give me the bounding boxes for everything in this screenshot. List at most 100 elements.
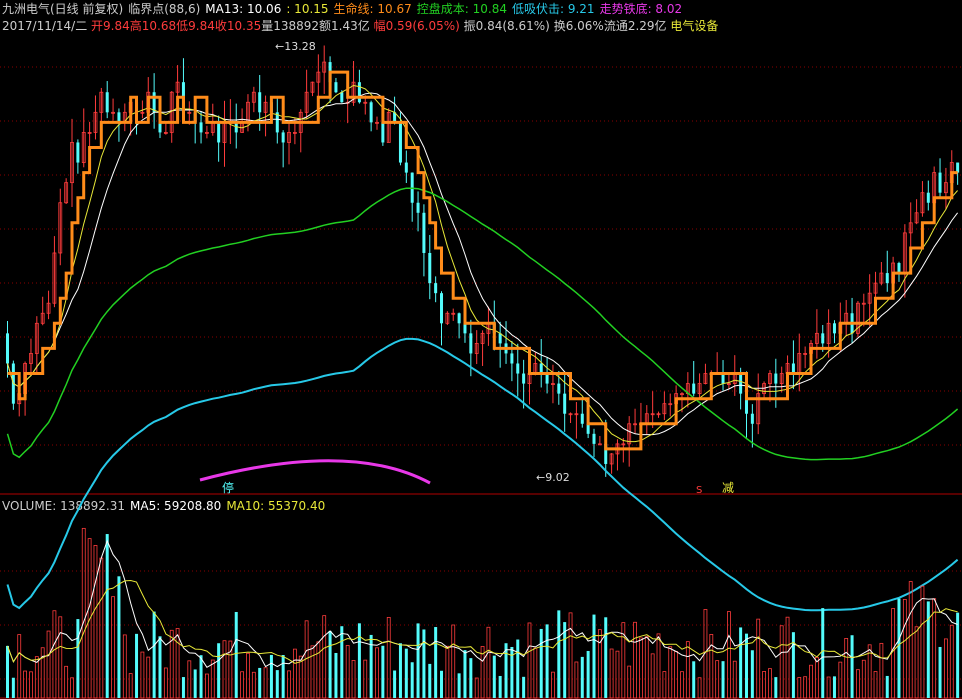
volume-bar [181,677,185,698]
volume-bar [140,651,145,699]
volume-bar [328,630,332,698]
volume-bar [58,616,63,699]
volume-bar [797,677,802,699]
volume-bar [263,667,268,699]
candle-body-down [545,373,549,384]
volume-bar [826,676,831,699]
volume-bar [533,647,538,699]
volume-bars[interactable] [6,527,960,699]
volume-bar [81,527,86,699]
candle-body-down [821,333,825,344]
candle-body-down [105,92,109,113]
volume-bar [527,622,532,699]
volume-bar [310,645,315,699]
volume-bar [416,623,420,698]
volume-bar [891,608,896,699]
volume-bar [803,676,808,699]
volume-bar [908,581,913,699]
volume-bar [222,640,227,699]
volume-ma5-line [7,539,958,668]
volume-bar [111,596,115,699]
volume-bar [856,669,860,699]
volume-bar [732,660,737,699]
volume-bar [885,675,889,698]
volume-bar [768,668,772,699]
volume-bar [568,612,573,699]
volume-bar [451,624,456,699]
volume-bar [633,621,637,699]
candle-body-down [357,82,361,103]
volume-bar [832,676,836,698]
volume-bar [644,636,649,699]
volume-bar [949,624,954,699]
candle-body-down [416,202,420,213]
volume-bar [779,625,784,699]
candle-body-down [440,293,444,324]
candle-body-down [6,333,9,364]
volume-bar [650,653,655,699]
candle-body-down [592,433,596,444]
candle-body-down [926,192,930,203]
volume-bar [574,661,579,699]
volume-bar [269,654,273,698]
reduce-signal: 减 [722,481,734,495]
volume-bar [809,664,813,699]
candle-body-down [334,82,338,93]
volume-bar [322,615,327,699]
volume-bar [545,624,549,698]
volume-bar [604,617,608,698]
volume-bar [580,656,584,698]
candle-body-down [750,413,754,424]
candle-body-down [463,323,467,334]
volume-bar [897,598,901,698]
volume-bar [739,627,743,698]
volume-bar [70,677,74,699]
volume-bar [551,671,555,699]
volume-bar [709,634,714,699]
volume-bar [11,677,15,698]
grid-lines [0,66,962,699]
volume-bar [557,610,561,698]
candle-body-down [557,383,561,394]
volume-bar [99,557,104,699]
volume-bar [199,655,203,698]
candle-body-down [739,373,743,394]
candle-body-down [217,122,221,143]
volume-bar [926,601,930,698]
volume-bar [287,670,291,699]
volume-bar [76,619,80,698]
price-annotations: ←13.28 ←9.02 停 S 减 [222,40,734,496]
life-line-step [7,70,958,451]
candle-body-down [956,162,960,173]
volume-bar [122,634,127,699]
volume-bar [844,638,849,699]
volume-bar [381,645,385,698]
volume-bar [750,650,754,698]
volume-bar [814,656,819,699]
volume-ma-lines [7,539,958,668]
volume-bar [40,647,45,699]
volume-bar [680,671,684,699]
volume-bar [938,646,942,698]
volume-bar [692,661,696,698]
volume-bar [23,670,27,699]
volume-bar [656,633,661,699]
volume-bar [275,670,279,698]
volume-bar [105,534,109,698]
candle-body-down [199,122,203,133]
volume-bar [128,673,133,699]
candle-body-down [510,353,514,364]
price-chart[interactable]: ←13.28 ←9.02 停 S 减 [0,0,962,699]
volume-bar [29,671,33,699]
volume-bar [246,652,250,699]
volume-bar [93,545,98,699]
candle-body-down [563,393,567,414]
volume-bar [956,612,960,698]
volume-bar [516,639,520,698]
candle-body-down [469,333,473,354]
volume-bar [492,655,496,698]
volume-bar [774,677,778,698]
candle-body-down [774,373,778,384]
candle-body-down [381,122,385,143]
cyan-trend-line [6,337,959,612]
